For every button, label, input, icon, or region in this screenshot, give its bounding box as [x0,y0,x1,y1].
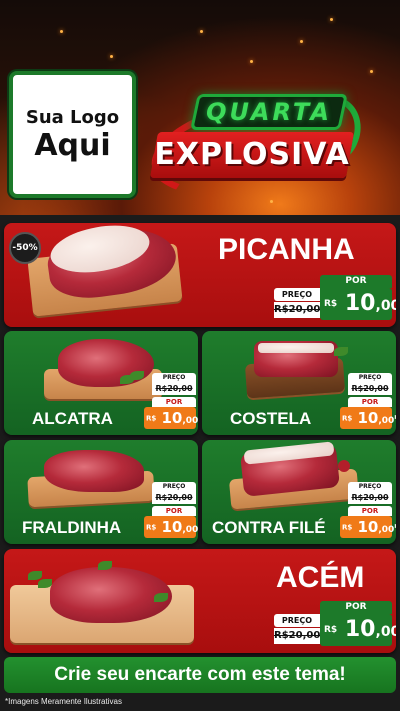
old-price: R$20,00 [274,302,320,318]
price-tag: PREÇO R$20,00 POR R$ 10,00KG [144,482,198,540]
product-card-picanha: PICANHA POR PREÇO R$20,00 R$ 10,00KG [4,223,396,327]
herb-decoration [38,579,52,588]
price-tag: PREÇO R$20,00 POR R$ 10,00KG [340,373,396,431]
title-explosiva: EXPLOSIVA [154,137,350,172]
preco-label: PREÇO [348,482,392,492]
discount-badge: -50% [9,232,41,264]
spark-decoration [250,60,253,63]
new-price: R$ 10,00KG [144,407,198,429]
por-label: POR [152,506,196,516]
product-name: FRALDINHA [22,518,122,537]
old-price: R$20,00 [274,628,320,644]
product-card-alcatra: ALCATRA PREÇO R$20,00 POR R$ 10,00KG [4,331,198,435]
por-label: POR [152,397,196,407]
product-card-fraldinha: FRALDINHA PREÇO R$20,00 POR R$ 10,00KG [4,440,198,544]
meat-fat-layer [258,343,334,353]
logo-text-line2: Aqui [34,127,111,163]
spark-decoration [300,40,303,43]
spark-decoration [200,30,203,33]
herb-decoration [334,347,348,356]
new-price: R$ 10,00KG [340,516,396,538]
alcatra-image [58,339,154,387]
product-name: PICANHA [218,233,355,266]
product-card-acem: ACÉM POR PREÇO R$20,00 R$ 10,00KG [4,549,396,653]
price-tag: POR PREÇO R$20,00 R$ 10,00KG [274,601,396,647]
herb-decoration [130,371,144,380]
por-label: POR [320,601,392,614]
herb-decoration [98,561,112,570]
spark-decoration [110,55,113,58]
tomato-decoration [338,460,350,472]
herb-decoration [154,593,168,602]
product-name: ALCATRA [32,409,113,428]
preco-label: PREÇO [274,288,320,301]
header-banner: Sua Logo Aqui QUARTA EXPLOSIVA [0,0,400,215]
spark-decoration [60,30,63,33]
preco-label: PREÇO [152,482,196,492]
title-quarta: QUARTA [206,98,332,126]
price-tag: PREÇO R$20,00 POR R$ 10,00KG [340,482,396,540]
por-label: POR [348,397,392,407]
new-price: R$ 10,00KG [144,516,198,538]
product-name: ACÉM [276,561,365,594]
price-tag: PREÇO R$20,00 POR R$ 10,00KG [144,373,198,431]
por-label: POR [348,506,392,516]
product-name: CONTRA FILÉ [212,518,326,537]
disclaimer-text: *Imagens Meramente Ilustrativas [5,697,122,706]
old-price: R$20,00 [152,383,196,395]
old-price: R$20,00 [348,383,392,395]
new-price: R$ 10,00KG [320,614,396,646]
logo-placeholder: Sua Logo Aqui [9,71,136,198]
herb-decoration [28,571,42,580]
spark-decoration [370,70,373,73]
spark-decoration [270,200,273,203]
preco-label: PREÇO [348,373,392,383]
product-card-costela: COSTELA PREÇO R$20,00 POR R$ 10,00KG [202,331,396,435]
preco-label: PREÇO [152,373,196,383]
spark-decoration [330,18,333,21]
new-price: R$ 10,00KG [340,407,396,429]
create-flyer-button[interactable]: Crie seu encarte com este tema! [4,657,396,693]
old-price: R$20,00 [348,492,392,504]
logo-text-line1: Sua Logo [25,106,120,128]
new-price: R$ 10,00KG [320,288,396,320]
fraldinha-image [44,450,144,492]
product-card-contra-file: CONTRA FILÉ PREÇO R$20,00 POR R$ 10,00KG [202,440,396,544]
promo-title: QUARTA EXPLOSIVA [142,82,371,212]
price-tag: POR PREÇO R$20,00 R$ 10,00KG [274,275,396,321]
product-name: COSTELA [230,409,312,428]
preco-label: PREÇO [274,614,320,627]
por-label: POR [320,275,392,288]
old-price: R$20,00 [152,492,196,504]
